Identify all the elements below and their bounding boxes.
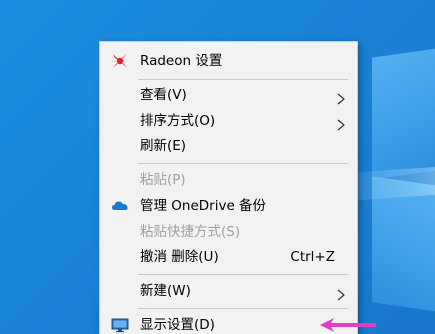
cloud-icon <box>111 198 129 214</box>
menu-item-label: 粘贴(P) <box>140 172 186 188</box>
menu-item-radeon-settings[interactable]: Radeon 设置 <box>100 49 357 73</box>
menu-separator <box>138 79 348 80</box>
shortcut-text: Ctrl+Z <box>290 249 335 265</box>
menu-item-paste: 粘贴(P) <box>100 168 357 192</box>
chevron-right-icon <box>335 285 347 301</box>
menu-item-refresh[interactable]: 刷新(E) <box>100 134 357 158</box>
menu-item-undo-delete[interactable]: 撤消 删除(U) Ctrl+Z <box>100 245 357 269</box>
menu-item-new[interactable]: 新建(W) <box>100 279 357 303</box>
menu-item-label: 显示设置(D) <box>140 317 215 333</box>
windows-logo-pane <box>372 46 435 180</box>
chevron-right-icon <box>335 89 347 105</box>
menu-item-label: 粘贴快捷方式(S) <box>140 224 241 240</box>
menu-item-label: 新建(W) <box>140 283 191 299</box>
desktop-context-menu: Radeon 设置 查看(V) 排序方式(O) 刷新(E) 粘贴(P) 管理 O… <box>99 41 358 334</box>
chevron-right-icon <box>335 115 347 131</box>
menu-item-label: 排序方式(O) <box>140 113 216 129</box>
menu-item-label: 撤消 删除(U) <box>140 249 219 265</box>
display-icon <box>111 317 129 333</box>
menu-item-paste-shortcut: 粘贴快捷方式(S) <box>100 220 357 244</box>
menu-item-label: 管理 OneDrive 备份 <box>140 198 267 214</box>
menu-item-view[interactable]: 查看(V) <box>100 83 357 107</box>
menu-separator <box>138 274 348 275</box>
menu-item-sort-by[interactable]: 排序方式(O) <box>100 109 357 133</box>
menu-separator <box>138 308 348 309</box>
pointer-arrow-annotation <box>320 318 376 332</box>
radeon-icon <box>111 53 129 69</box>
menu-item-label: 查看(V) <box>140 87 187 103</box>
menu-item-manage-onedrive-backup[interactable]: 管理 OneDrive 备份 <box>100 194 357 218</box>
menu-item-label: Radeon 设置 <box>140 53 223 69</box>
menu-separator <box>138 163 348 164</box>
menu-item-label: 刷新(E) <box>140 138 187 154</box>
